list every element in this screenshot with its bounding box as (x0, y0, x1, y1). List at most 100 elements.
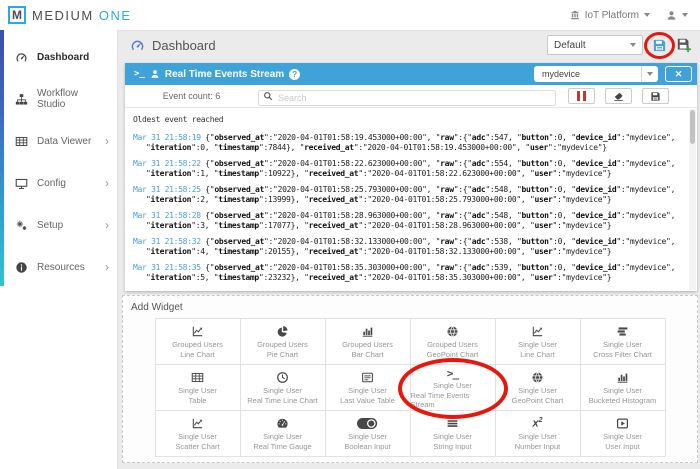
dashboard-select[interactable]: Default (547, 35, 643, 55)
tile-line1: Single User (603, 340, 642, 349)
tile-line2: Line Chart (180, 350, 215, 359)
chevron-down-icon (644, 13, 650, 17)
widget-tile-single-user-last-value-table[interactable]: Single User Last Value Table (326, 365, 411, 411)
widget-tile-grouped-users-bar-chart[interactable]: Grouped Users Bar Chart (326, 319, 411, 365)
pause-button[interactable] (568, 88, 595, 104)
event-timestamp: Mar 31 21:58:35 (133, 263, 201, 272)
event-log[interactable]: Oldest event reached Mar 31 21:58:19 {"o… (125, 108, 697, 291)
widget-tile-grouped-users-line-chart[interactable]: Grouped Users Line Chart (156, 319, 241, 365)
add-dashboard-icon[interactable] (676, 37, 692, 53)
search-icon (263, 91, 273, 101)
tile-line1: Grouped Users (342, 340, 393, 349)
sidebar-item-workflow-studio[interactable]: Workflow Studio (0, 78, 117, 120)
tile-line2: Real Time Gauge (253, 442, 311, 451)
scrollbar-thumb[interactable] (690, 110, 695, 144)
tile-line2: Line Chart (520, 350, 555, 359)
toggle-icon (357, 417, 377, 431)
gears-icon (15, 219, 28, 232)
widget-tile-single-user-real-time-line-chart[interactable]: Single User Real Time Line Chart (241, 365, 326, 411)
chevron-down-icon (647, 72, 653, 76)
pie-chart-icon (276, 325, 289, 339)
widget-tile-grouped-users-pie-chart[interactable]: Grouped Users Pie Chart (241, 319, 326, 365)
table-icon (191, 371, 204, 385)
widget-tile-single-user-string-input[interactable]: Single User String Input (411, 411, 496, 457)
tile-line1: Single User (603, 386, 642, 395)
tile-line1: Single User (433, 432, 472, 441)
widget-tile-single-user-table[interactable]: Single User Table (156, 365, 241, 411)
sidebar-item-dashboard[interactable]: Dashboard (0, 36, 117, 78)
pause-icon (577, 91, 586, 101)
sidebar-item-data-viewer[interactable]: Data Viewer (0, 120, 117, 162)
widget-grid: Grouped Users Line Chart Grouped Users P… (155, 318, 666, 457)
tile-line2: Bucketed Histogram (589, 396, 657, 405)
sitemap-icon (15, 93, 28, 106)
dashboard-icon (130, 38, 145, 53)
sidebar-item-config[interactable]: Config (0, 162, 117, 204)
help-icon[interactable]: ? (289, 69, 300, 80)
widget-tile-single-user-boolean-input[interactable]: Single User Boolean Input (326, 411, 411, 457)
event-timestamp: Mar 31 21:58:22 (133, 159, 201, 168)
sidebar-item-setup[interactable]: Setup (0, 204, 117, 246)
tile-line2: String Input (433, 442, 471, 451)
gauge-filled-icon (276, 417, 289, 431)
widget-tile-single-user-cross-filter-chart[interactable]: Single User Cross Filter Chart (581, 319, 666, 365)
topbar-right: IoT Platform (570, 10, 688, 21)
widget-tile-single-user-geopoint-chart[interactable]: Single User GeoPoint Chart (496, 365, 581, 411)
platform-label: IoT Platform (585, 10, 639, 21)
event-row: Mar 31 21:58:19 {"observed_at":"2020-04-… (133, 133, 681, 154)
tile-line1: Single User (263, 386, 302, 395)
single-user-icon (150, 69, 160, 79)
number-icon: x2 (532, 417, 542, 431)
widget-tile-single-user-line-chart[interactable]: Single User Line Chart (496, 319, 581, 365)
annotation-circle-save (652, 38, 667, 53)
user-menu[interactable] (666, 10, 688, 21)
event-count: Event count: 6 (125, 91, 258, 101)
widget-tile-single-user-bucketed-histogram[interactable]: Single User Bucketed Histogram (581, 365, 666, 411)
widget-tile-single-user-real-time-gauge[interactable]: Single User Real Time Gauge (241, 411, 326, 457)
line-chart-icon (191, 417, 204, 431)
building-icon (570, 10, 580, 20)
widget-tile-grouped-users-geopoint-chart[interactable]: Grouped Users GeoPoint Chart (411, 319, 496, 365)
tile-line2: GeoPoint Chart (512, 396, 564, 405)
hbars-icon (446, 417, 459, 431)
close-widget-button[interactable]: ✕ (665, 66, 692, 82)
sidebar-item-resources[interactable]: Resources (0, 246, 117, 288)
platform-menu[interactable]: IoT Platform (570, 10, 650, 21)
search-input[interactable] (258, 90, 556, 106)
terminal-icon: >_ (134, 69, 145, 79)
info-icon (15, 261, 28, 274)
terminal-icon: >_ (447, 366, 458, 380)
scrollbar[interactable] (689, 109, 696, 290)
tile-line1: Single User (178, 432, 217, 441)
tile-line1: Grouped Users (427, 340, 478, 349)
tile-line1: Single User (518, 386, 557, 395)
sidebar-item-label: Config (37, 178, 96, 189)
bar-chart-icon (361, 325, 374, 339)
widget-tile-single-user-scatter-chart[interactable]: Single User Scatter Chart (156, 411, 241, 457)
tile-line1: Single User (348, 432, 387, 441)
tile-line2: Real Time Events Stream (411, 391, 495, 409)
tile-line2: GeoPoint Chart (427, 350, 479, 359)
save-dashboard-icon[interactable] (652, 38, 667, 53)
device-select[interactable]: mydevice (534, 66, 658, 82)
bar-chart-icon (616, 371, 629, 385)
sidebar-accent-strip (0, 30, 4, 286)
event-timestamp: Mar 31 21:58:19 (133, 133, 201, 142)
chevron-down-icon (682, 13, 688, 17)
widget-tile-single-user-number-input[interactable]: x2 Single User Number Input (496, 411, 581, 457)
widget-tile-single-user-user-input[interactable]: Single User User Input (581, 411, 666, 457)
add-widget-zone: Add Widget Grouped Users Line Chart Grou… (122, 295, 698, 463)
sidebar-item-label: Dashboard (37, 52, 96, 63)
dashboard-select-value: Default (554, 40, 586, 51)
oldest-event-label: Oldest event reached (133, 115, 681, 126)
chevron-right-icon (105, 260, 109, 274)
tile-line1: Grouped Users (172, 340, 223, 349)
tile-line2: Number Input (515, 442, 560, 451)
sidebar: Dashboard Workflow Studio Data Viewer Co… (0, 30, 118, 469)
widget-tile-single-user-real-time-events-stream-highlighted[interactable]: >_ Single User Real Time Events Stream (411, 365, 496, 411)
user-icon (666, 10, 677, 21)
clear-button[interactable] (605, 88, 632, 104)
export-button[interactable] (642, 88, 669, 104)
medium-one-logo[interactable]: M MEDIUM ONE (8, 6, 132, 24)
list-table-icon (361, 371, 374, 385)
